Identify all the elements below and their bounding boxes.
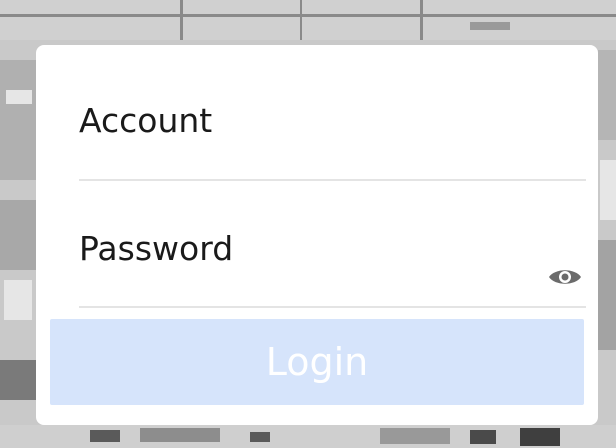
- password-field[interactable]: Password: [79, 229, 233, 268]
- account-divider: [79, 179, 586, 181]
- login-card: Account Password Login: [36, 45, 598, 425]
- password-divider: [79, 306, 586, 308]
- account-field[interactable]: Account: [79, 101, 212, 140]
- eye-icon[interactable]: [548, 266, 582, 288]
- login-button[interactable]: Login: [50, 319, 584, 405]
